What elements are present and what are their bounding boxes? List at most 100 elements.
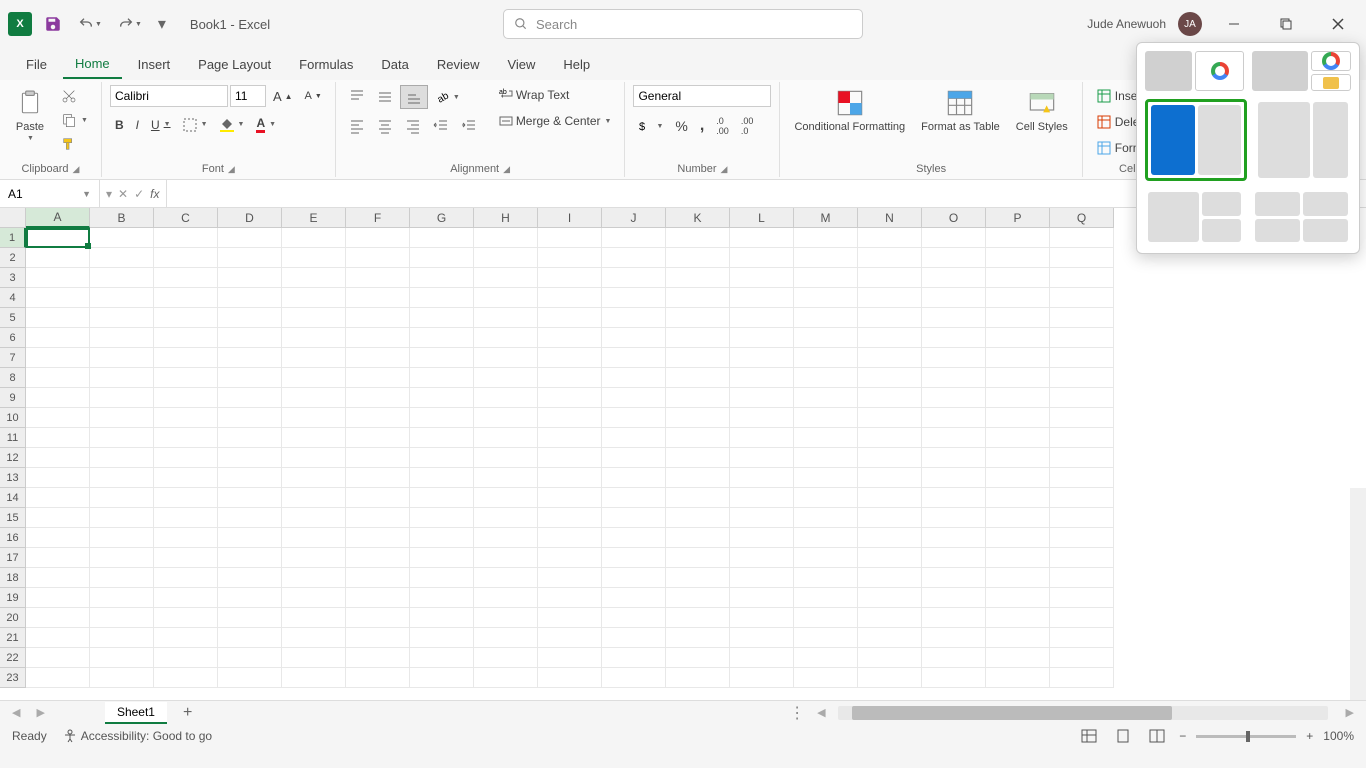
cell[interactable]: [858, 368, 922, 388]
cell[interactable]: [1050, 588, 1114, 608]
cell[interactable]: [1050, 368, 1114, 388]
row-header[interactable]: 13: [0, 468, 26, 488]
cell[interactable]: [666, 608, 730, 628]
cell[interactable]: [282, 508, 346, 528]
cell[interactable]: [90, 428, 154, 448]
dropdown-icon[interactable]: ▾: [106, 187, 112, 201]
cell[interactable]: [410, 328, 474, 348]
cell[interactable]: [410, 248, 474, 268]
fill-color-button[interactable]: ▼: [215, 115, 250, 135]
cell[interactable]: [602, 588, 666, 608]
cell[interactable]: [474, 528, 538, 548]
cell[interactable]: [26, 468, 90, 488]
align-middle-button[interactable]: [372, 86, 398, 108]
cell[interactable]: [666, 488, 730, 508]
cell[interactable]: [858, 288, 922, 308]
tab-formulas[interactable]: Formulas: [287, 51, 365, 78]
column-header[interactable]: M: [794, 208, 858, 228]
cell[interactable]: [666, 448, 730, 468]
cell[interactable]: [282, 308, 346, 328]
cell[interactable]: [922, 268, 986, 288]
cell[interactable]: [858, 408, 922, 428]
column-header[interactable]: J: [602, 208, 666, 228]
cell[interactable]: [602, 508, 666, 528]
cell[interactable]: [90, 588, 154, 608]
cell[interactable]: [730, 328, 794, 348]
cell[interactable]: [986, 408, 1050, 428]
cell[interactable]: [90, 608, 154, 628]
cell[interactable]: [858, 628, 922, 648]
hscroll-right[interactable]: ▶: [1342, 704, 1358, 721]
cell[interactable]: [794, 228, 858, 248]
cell[interactable]: [986, 508, 1050, 528]
cell[interactable]: [986, 668, 1050, 688]
cell[interactable]: [474, 268, 538, 288]
cell[interactable]: [218, 448, 282, 468]
cell[interactable]: [922, 628, 986, 648]
cell[interactable]: [154, 668, 218, 688]
cell[interactable]: [538, 628, 602, 648]
cell[interactable]: [1050, 568, 1114, 588]
align-left-button[interactable]: [344, 115, 370, 137]
cell[interactable]: [346, 628, 410, 648]
cell[interactable]: [474, 428, 538, 448]
tab-home[interactable]: Home: [63, 50, 122, 79]
cell[interactable]: [794, 568, 858, 588]
cell[interactable]: [858, 488, 922, 508]
row-header[interactable]: 17: [0, 548, 26, 568]
zoom-out-button[interactable]: −: [1179, 729, 1186, 743]
cell[interactable]: [90, 368, 154, 388]
cell[interactable]: [154, 648, 218, 668]
cell[interactable]: [666, 248, 730, 268]
cell[interactable]: [90, 328, 154, 348]
cell[interactable]: [1050, 628, 1114, 648]
cell[interactable]: [922, 308, 986, 328]
cell[interactable]: [922, 328, 986, 348]
cell[interactable]: [794, 628, 858, 648]
cell[interactable]: [1050, 248, 1114, 268]
cell[interactable]: [858, 508, 922, 528]
cell[interactable]: [282, 668, 346, 688]
cell[interactable]: [282, 568, 346, 588]
cell[interactable]: [26, 428, 90, 448]
cell[interactable]: [1050, 668, 1114, 688]
cell[interactable]: [410, 368, 474, 388]
cell[interactable]: [858, 428, 922, 448]
cell[interactable]: [154, 528, 218, 548]
enter-formula-button[interactable]: ✓: [134, 187, 144, 201]
cell[interactable]: [26, 528, 90, 548]
cell[interactable]: [474, 388, 538, 408]
snap-layout-6[interactable]: [1252, 189, 1351, 245]
clipboard-launcher[interactable]: ◢: [73, 164, 80, 175]
format-painter-button[interactable]: [56, 133, 93, 155]
cell[interactable]: [730, 488, 794, 508]
cell[interactable]: [410, 308, 474, 328]
cell[interactable]: [986, 648, 1050, 668]
cut-button[interactable]: [56, 85, 93, 107]
cell[interactable]: [474, 508, 538, 528]
cell[interactable]: [666, 528, 730, 548]
cell[interactable]: [154, 608, 218, 628]
tab-file[interactable]: File: [14, 51, 59, 78]
cell[interactable]: [26, 668, 90, 688]
cell[interactable]: [282, 468, 346, 488]
cell[interactable]: [410, 288, 474, 308]
cell[interactable]: [474, 368, 538, 388]
cell[interactable]: [1050, 608, 1114, 628]
cell[interactable]: [538, 388, 602, 408]
cell[interactable]: [730, 668, 794, 688]
column-header[interactable]: C: [154, 208, 218, 228]
cell[interactable]: [986, 328, 1050, 348]
cell[interactable]: [922, 448, 986, 468]
status-accessibility[interactable]: Accessibility: Good to go: [63, 729, 212, 743]
paste-button[interactable]: Paste ▼: [8, 85, 52, 144]
cell[interactable]: [666, 428, 730, 448]
cell[interactable]: [346, 508, 410, 528]
cell[interactable]: [154, 448, 218, 468]
cell[interactable]: [346, 448, 410, 468]
cell[interactable]: [474, 588, 538, 608]
cell[interactable]: [538, 528, 602, 548]
cell[interactable]: [218, 368, 282, 388]
save-button[interactable]: [40, 11, 66, 37]
fx-button[interactable]: fx: [150, 187, 159, 201]
